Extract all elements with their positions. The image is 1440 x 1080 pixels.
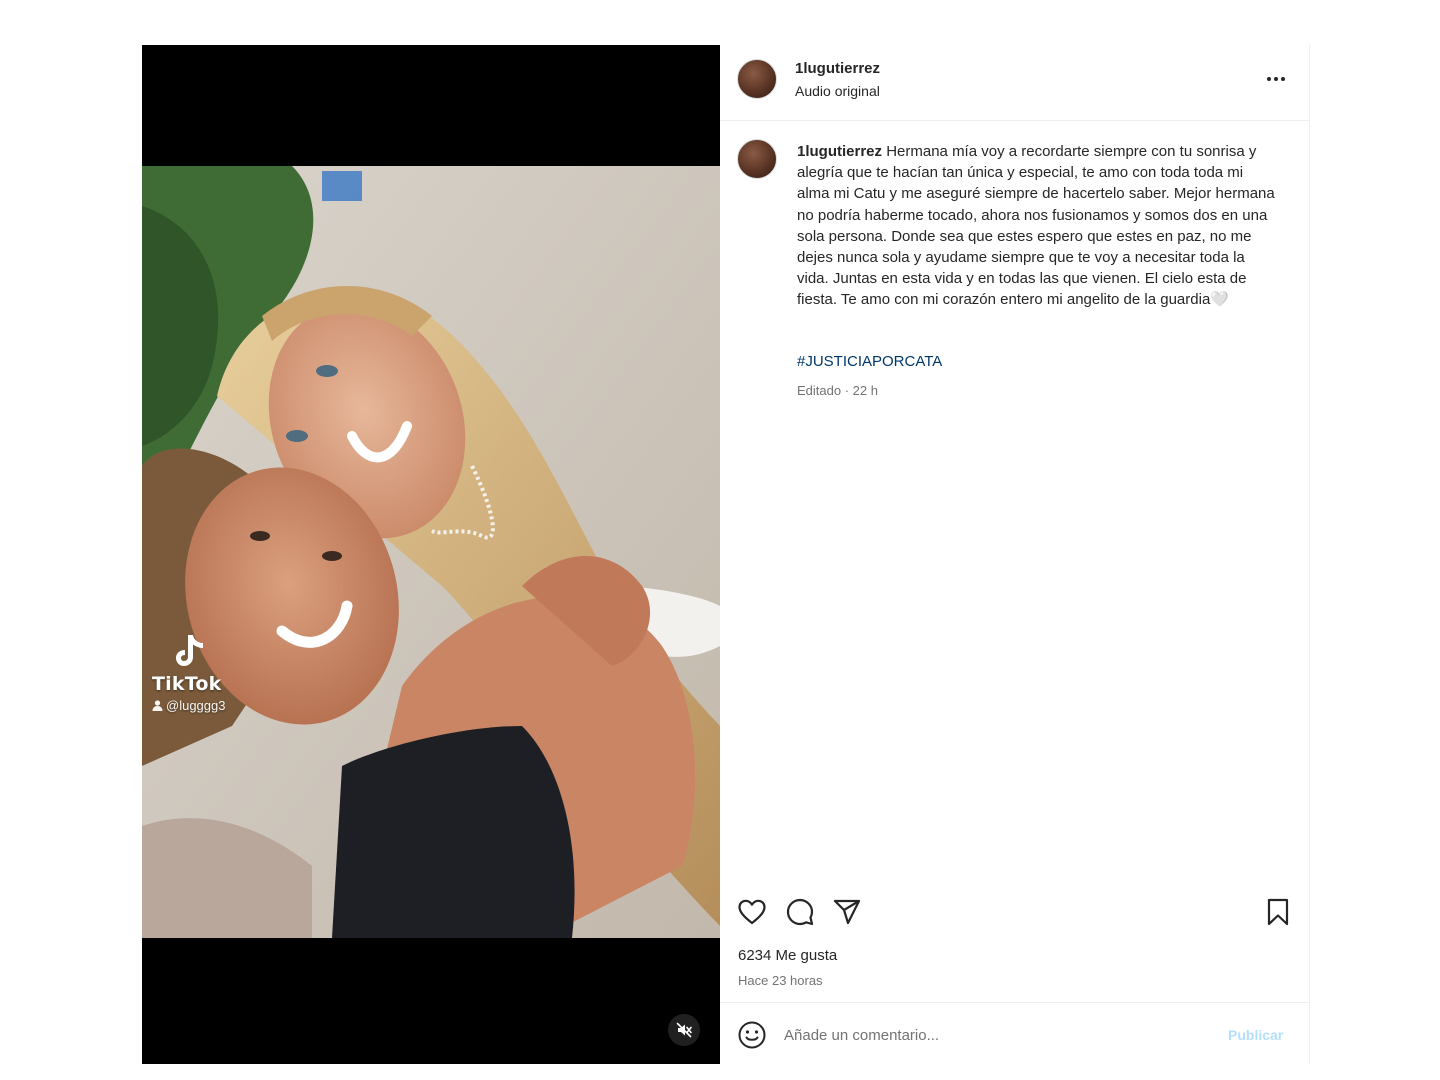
emoji-button[interactable] — [737, 1020, 767, 1050]
header-username-link[interactable]: 1lugutierrez — [795, 60, 880, 77]
more-options-button[interactable] — [1264, 71, 1288, 87]
caption-username-link[interactable]: 1lugutierrez — [797, 143, 882, 160]
tiktok-handle: @lugggg3 — [152, 698, 225, 713]
comment-button[interactable] — [785, 897, 815, 927]
heart-icon — [738, 899, 766, 925]
edited-timestamp: Editado · 22 h — [797, 383, 878, 398]
tiktok-logo-icon — [176, 635, 203, 666]
hashtag-link[interactable]: #JUSTICIAPORCATA — [797, 353, 942, 370]
user-icon — [152, 700, 163, 711]
emoji-icon — [738, 1021, 766, 1049]
publish-button[interactable]: Publicar — [1228, 1027, 1283, 1043]
like-button[interactable] — [737, 897, 767, 927]
comment-composer: Publicar — [720, 1002, 1310, 1064]
more-icon-dot — [1281, 77, 1285, 81]
send-icon — [833, 899, 861, 925]
caption-avatar[interactable] — [737, 139, 777, 179]
more-icon-dot — [1274, 77, 1278, 81]
post-time-ago[interactable]: Hace 23 horas — [738, 973, 823, 988]
post-side-panel: 1lugutierrez Audio original 1lugutierrez… — [720, 45, 1310, 1064]
tiktok-handle-text: @lugggg3 — [166, 698, 226, 713]
post-video-frame[interactable]: TikTok @lugggg3 — [142, 166, 720, 938]
mute-toggle-button[interactable] — [668, 1014, 700, 1046]
muted-speaker-icon — [676, 1022, 692, 1038]
post-header: 1lugutierrez Audio original — [720, 45, 1310, 121]
selfie-photo — [142, 166, 720, 938]
save-button[interactable] — [1263, 897, 1293, 927]
comment-input[interactable] — [784, 1021, 1214, 1049]
share-button[interactable] — [832, 897, 862, 927]
more-icon — [1267, 77, 1271, 81]
tiktok-watermark: TikTok @lugggg3 — [152, 631, 225, 713]
likes-count[interactable]: 6234 Me gusta — [738, 947, 837, 964]
comment-icon — [786, 898, 814, 926]
bookmark-icon — [1267, 898, 1289, 926]
audio-original-link[interactable]: Audio original — [795, 83, 880, 99]
instagram-post: TikTok @lugggg3 1lugutierrez Audio origi… — [142, 45, 1310, 1064]
avatar[interactable] — [737, 59, 777, 99]
post-actions-bar — [720, 891, 1310, 939]
post-media[interactable]: TikTok @lugggg3 — [142, 45, 720, 1064]
caption-text: Hermana mía voy a recordarte siempre con… — [797, 143, 1275, 309]
tiktok-brand-text: TikTok — [152, 673, 222, 695]
post-caption: 1lugutierrez Hermana mía voy a recordart… — [797, 141, 1277, 311]
